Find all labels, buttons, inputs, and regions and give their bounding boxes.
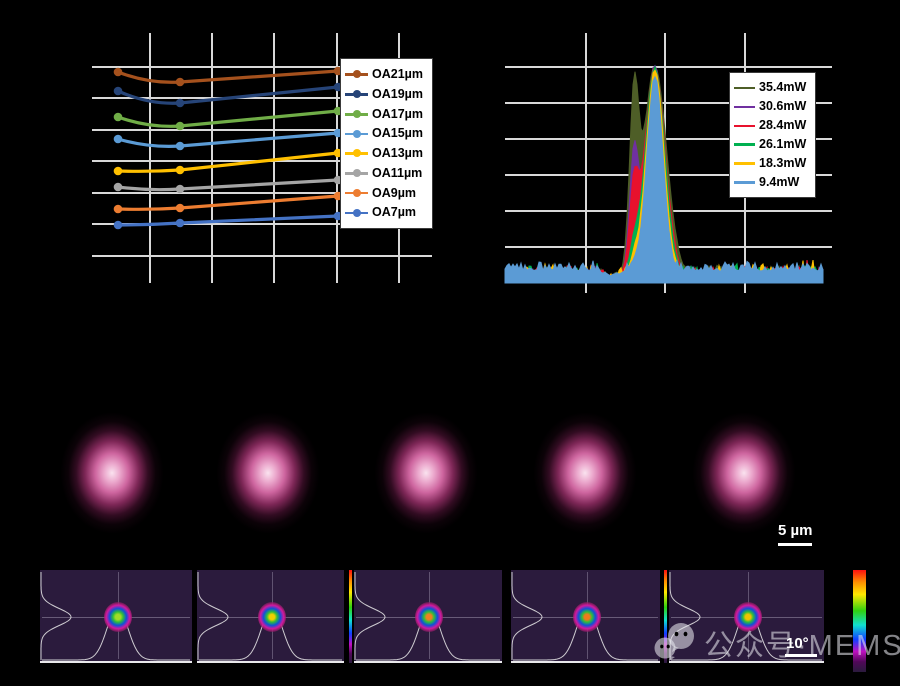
legend-item: 35.4mW [734,81,811,94]
legend-item: 18.3mW [734,157,811,170]
near-field-spot [56,407,168,539]
near-field-spot [370,407,482,539]
scale-bar-5um-label: 5 µm [778,523,813,538]
legend-item: OA7µm [345,206,428,219]
oa-chart-legend: OA21µm OA19µm OA17µm OA15µm OA13µm OA11µ… [340,58,433,229]
near-field-spot [688,407,800,539]
panel-baseline [197,661,344,663]
legend-item: OA21µm [345,68,428,81]
legend-label: OA15µm [372,127,423,140]
legend-marker [734,139,755,149]
legend-marker [345,168,368,178]
panel-baseline [40,661,192,663]
legend-marker [734,158,755,168]
legend-label: OA11µm [372,167,422,180]
panel-baseline [511,661,660,663]
legend-item: OA17µm [345,108,428,121]
scale-bar-10deg-label: 10° [786,636,809,651]
scale-bar-10deg [785,654,817,657]
beam-spot [573,602,601,632]
legend-item: 28.4mW [734,119,811,132]
wechat-icon [652,622,698,664]
legend-label: OA13µm [372,147,423,160]
far-field-panel [354,570,502,663]
panel-baseline [354,661,502,663]
beam-spot [258,602,286,632]
legend-item: OA13µm [345,147,428,160]
far-field-panel [40,570,192,663]
legend-item: 26.1mW [734,138,811,151]
figure-canvas: OA21µm OA19µm OA17µm OA15µm OA13µm OA11µ… [0,0,900,686]
far-field-panel [197,570,344,663]
legend-label: 9.4mW [759,176,799,189]
legend-marker [734,121,755,131]
legend-label: OA7µm [372,206,416,219]
legend-marker [734,102,755,112]
far-field-panel [511,570,660,663]
scale-bar-5um [778,543,812,546]
mini-colorbar-strip [349,570,352,663]
legend-item: OA11µm [345,167,428,180]
legend-marker [345,69,368,79]
near-field-spot [529,407,641,539]
beam-spot [104,602,132,632]
legend-item: OA15µm [345,127,428,140]
legend-item: OA19µm [345,88,428,101]
legend-item: OA9µm [345,187,428,200]
legend-marker [345,188,368,198]
legend-marker [345,89,368,99]
legend-label: 30.6mW [759,100,806,113]
watermark: 公众号·MEMS [652,622,900,664]
legend-label: OA21µm [372,68,423,81]
legend-label: 28.4mW [759,119,806,132]
legend-marker [734,177,755,187]
legend-marker [345,109,368,119]
legend-marker [734,83,755,93]
legend-marker [345,129,368,139]
legend-label: 26.1mW [759,138,806,151]
legend-label: 35.4mW [759,81,806,94]
legend-item: 30.6mW [734,100,811,113]
legend-item: 9.4mW [734,176,811,189]
legend-label: OA19µm [372,88,423,101]
legend-marker [345,148,368,158]
spectrum-chart-legend: 35.4mW 30.6mW 28.4mW 26.1mW 18.3mW 9.4mW [729,72,816,198]
legend-label: OA17µm [372,108,423,121]
near-field-spot [212,407,324,539]
legend-label: 18.3mW [759,157,806,170]
legend-label: OA9µm [372,187,416,200]
legend-marker [345,208,368,218]
